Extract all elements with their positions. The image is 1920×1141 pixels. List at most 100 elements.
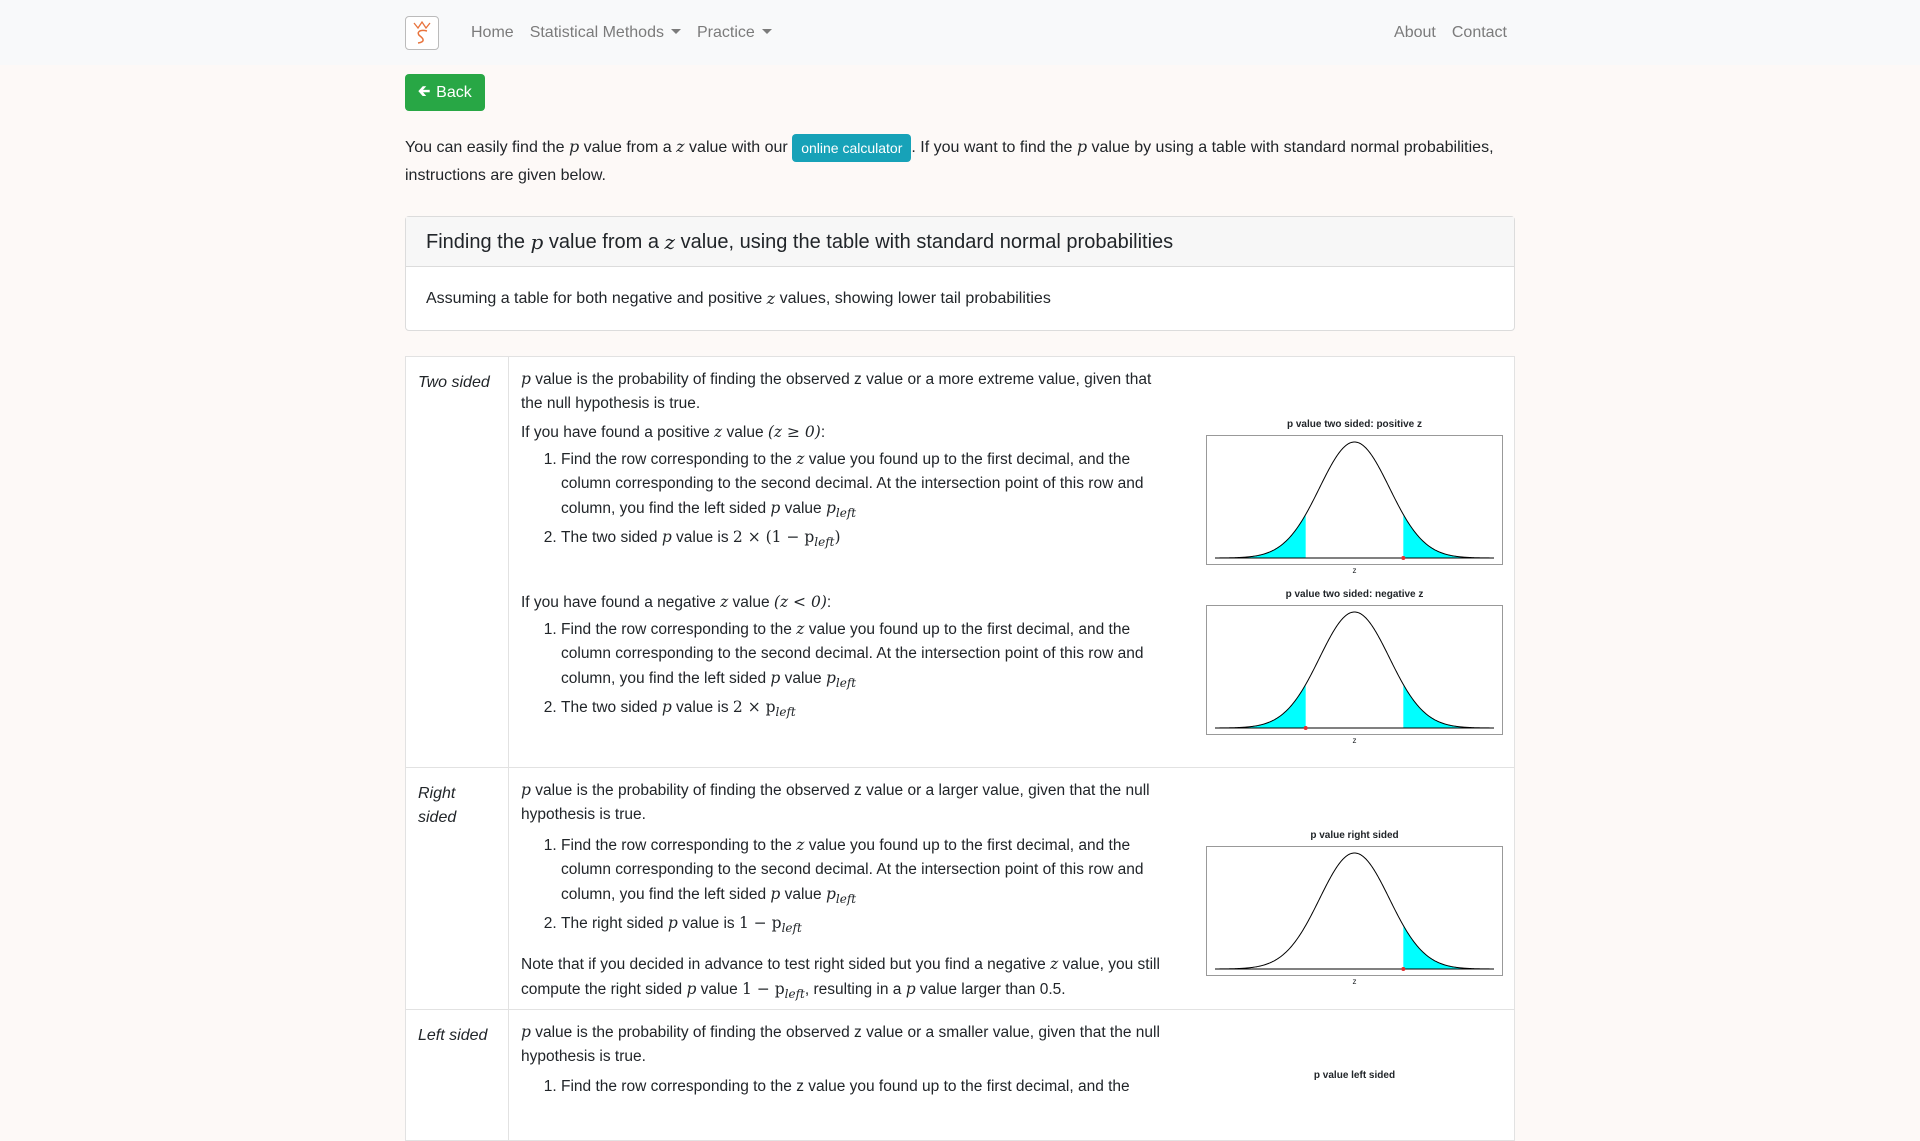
- text: value is: [671, 529, 733, 546]
- nav-home[interactable]: Home: [463, 21, 522, 45]
- text: If you have found a negative: [521, 594, 721, 611]
- math-p: p: [568, 137, 580, 156]
- text: value: [780, 670, 826, 687]
- row-label: Two sided: [405, 356, 509, 768]
- chart-title: p value two sided: positive z: [1286, 419, 1423, 430]
- intro-text: value from a: [579, 139, 677, 156]
- intro-text: You can easily find the: [405, 139, 569, 156]
- list-item: The right sided p value is 1 − pleft: [561, 911, 1171, 940]
- nav-practice[interactable]: Practice: [689, 21, 780, 45]
- row-label: Right sided: [405, 767, 509, 1010]
- list-item: The two sided p value is 2 × (1 − pleft): [561, 525, 1171, 554]
- row-content: p value is the probability of finding th…: [508, 356, 1515, 768]
- math-condition: (z ≥ 0): [767, 423, 821, 441]
- chart-frame: [1206, 605, 1503, 735]
- text: , resulting in a: [804, 981, 906, 998]
- chart-x-label: z: [1352, 736, 1357, 745]
- math-p: p: [825, 499, 836, 517]
- text: value is: [671, 699, 733, 716]
- caret-down-icon: [670, 28, 681, 34]
- math-p: p: [770, 669, 781, 687]
- text: Find the row corresponding to the: [561, 621, 797, 638]
- text: Find the row corresponding to the: [561, 451, 797, 468]
- math-subscript: left: [814, 535, 835, 549]
- math-p: p: [825, 885, 836, 903]
- intro-paragraph: You can easily find the p value from a z…: [405, 133, 1515, 190]
- math-subscript: left: [835, 506, 857, 520]
- site-logo[interactable]: [405, 15, 439, 50]
- math-p: p: [1076, 137, 1088, 156]
- text: The two sided: [561, 529, 662, 546]
- shaded-tail-right: [1403, 684, 1494, 728]
- instructions-table: Two sided p value is the probability of …: [405, 356, 1515, 1141]
- math-p: p: [530, 229, 544, 254]
- definition-body: value is the probability of finding the …: [521, 782, 1150, 823]
- list-item: Find the row corresponding to the z valu…: [561, 617, 1171, 695]
- text: The two sided: [561, 699, 662, 716]
- negative-intro: If you have found a negative z value (z …: [521, 593, 832, 611]
- back-button[interactable]: 🡰 Back: [405, 74, 485, 111]
- steps-list: Find the row corresponding to the z valu…: [521, 447, 1171, 554]
- chart-right-sided: p value right sided z: [1206, 830, 1503, 987]
- math-formula: 2 × (1 − p: [732, 528, 815, 546]
- main-container: 🡰 Back You can easily find the p value f…: [405, 65, 1515, 1141]
- math-formula: 1 − p: [742, 980, 785, 998]
- text: Find the row corresponding to the: [561, 837, 797, 854]
- caret-down-icon: [761, 28, 772, 34]
- math-formula: ): [834, 528, 841, 546]
- card-title-text: Finding the: [426, 230, 525, 253]
- intro-text: . If you want to find the: [911, 139, 1077, 156]
- row-label: Left sided: [405, 1009, 509, 1141]
- math-subscript: left: [781, 921, 802, 935]
- back-button-label: Back: [436, 83, 472, 101]
- nav-contact[interactable]: Contact: [1444, 21, 1515, 45]
- math-p: p: [521, 370, 531, 388]
- list-item: Find the row corresponding to the z valu…: [561, 1075, 1171, 1099]
- row-content: p value is the probability of finding th…: [508, 767, 1515, 1010]
- text: If you have found a positive: [521, 424, 715, 441]
- math-subscript: left: [775, 705, 796, 719]
- math-p: p: [521, 1023, 531, 1041]
- table-row-right-sided: Right sided p value is the probability o…: [405, 767, 1515, 1010]
- math-z: z: [714, 423, 723, 441]
- definition-body: value is the probability of finding the …: [521, 371, 1152, 412]
- list-item: Find the row corresponding to the z valu…: [561, 833, 1171, 911]
- math-z: z: [664, 229, 676, 254]
- card-title: Finding the p value from a z value, usin…: [406, 217, 1514, 267]
- math-p: p: [770, 885, 781, 903]
- chart-frame: [1206, 435, 1503, 565]
- density-curve: [1215, 611, 1494, 729]
- math-p: p: [686, 980, 697, 998]
- normal-curve-plot: [1215, 852, 1494, 971]
- table-row-two-sided: Two sided p value is the probability of …: [405, 356, 1515, 768]
- arrow-left-icon: 🡰: [418, 83, 431, 101]
- nav-practice-label: Practice: [696, 23, 755, 41]
- math-formula: 1 − p: [738, 914, 782, 932]
- steps-list: Find the row corresponding to the z valu…: [521, 1075, 1171, 1099]
- math-p: p: [667, 914, 678, 932]
- observed-z-marker: [1401, 967, 1406, 971]
- text: value larger than 0.5.: [915, 981, 1066, 998]
- card-title-text: value from a: [548, 230, 659, 253]
- math-formula: 2 × p: [732, 698, 776, 716]
- text: value: [780, 500, 826, 517]
- logo-icon: [413, 20, 431, 44]
- online-calculator-button[interactable]: online calculator: [792, 133, 912, 162]
- math-p: p: [825, 669, 836, 687]
- card-body: Assuming a table for both negative and p…: [406, 267, 1514, 330]
- nav-about[interactable]: About: [1386, 21, 1444, 45]
- text: Note that if you decided in advance to t…: [521, 956, 1051, 973]
- card-title-text: value, using the table with standard nor…: [680, 230, 1174, 253]
- chart-title: p value left sided: [1313, 1070, 1396, 1081]
- chart-title: p value right sided: [1310, 830, 1399, 841]
- math-subscript: left: [784, 987, 805, 1001]
- math-p: p: [521, 781, 531, 799]
- chart-left-sided: p value left sided: [1206, 1070, 1503, 1082]
- definition-text: p value is the probability of finding th…: [521, 367, 1171, 416]
- definition-body: value is the probability of finding the …: [521, 1024, 1160, 1065]
- shaded-tail-left: [1215, 514, 1306, 558]
- math-subscript: left: [835, 892, 857, 906]
- math-subscript: left: [835, 676, 857, 690]
- math-z: z: [676, 137, 685, 156]
- nav-statistical-methods[interactable]: Statistical Methods: [522, 21, 689, 45]
